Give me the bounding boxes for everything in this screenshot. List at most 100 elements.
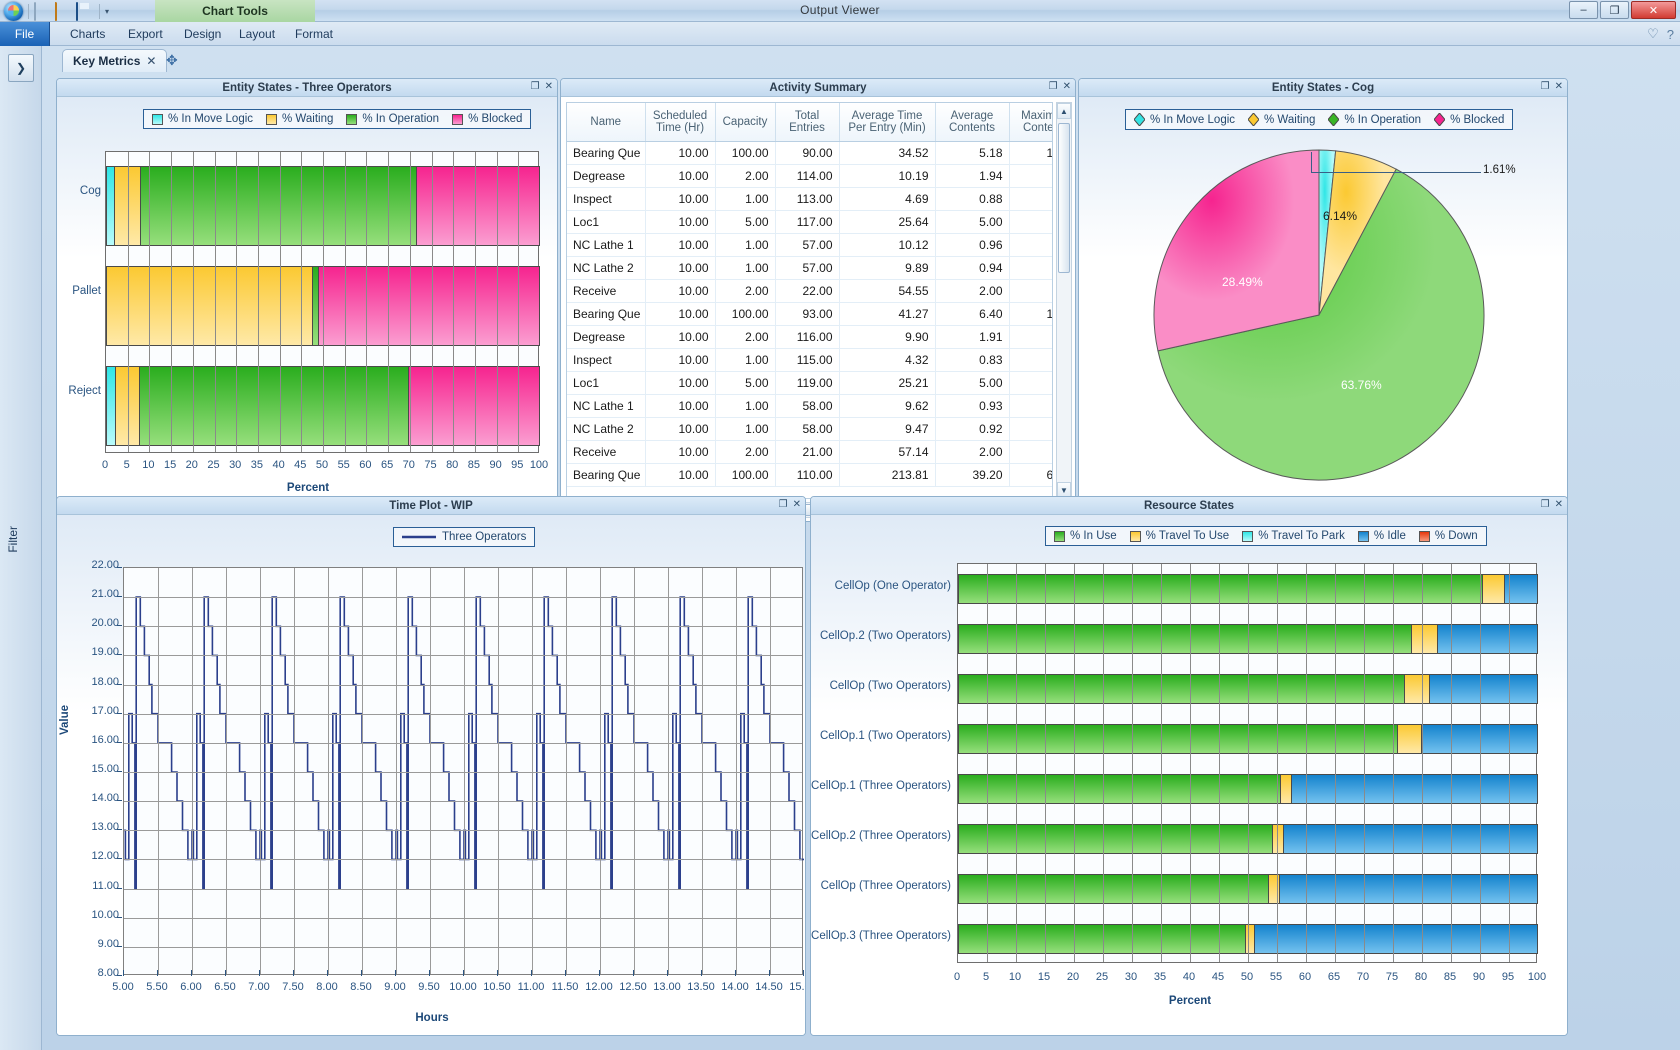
- grid-line-vertical: [770, 568, 771, 974]
- panel-title: Entity States - Three Operators: [222, 81, 392, 94]
- tab-layout[interactable]: Layout: [225, 22, 289, 46]
- legend-item-waiting[interactable]: % Waiting: [1248, 113, 1315, 126]
- restore-icon[interactable]: ❐: [1541, 499, 1550, 510]
- legend-item-in-operation[interactable]: % In Operation: [1328, 113, 1421, 126]
- table-row[interactable]: NC Lathe 210.001.0058.009.470.921.00: [567, 417, 1052, 441]
- x-tick-mark: [667, 970, 668, 976]
- heart-icon[interactable]: ♡: [1647, 26, 1659, 42]
- expand-panel-button[interactable]: ❯: [8, 54, 34, 82]
- cell-value: 5.00: [715, 371, 776, 395]
- legend-item-idle[interactable]: % Idle: [1357, 530, 1406, 542]
- restore-icon[interactable]: ❐: [779, 499, 788, 510]
- close-icon[interactable]: ✕: [793, 499, 801, 510]
- cell-value: 2.00: [1009, 325, 1052, 349]
- close-icon[interactable]: ✕: [1555, 499, 1563, 510]
- tab-key-metrics[interactable]: Key Metrics ✕: [62, 49, 168, 72]
- ribbon-right-icons[interactable]: ♡ ?: [1647, 26, 1674, 42]
- y-tick-mark: [117, 916, 122, 918]
- grid-line-vertical: [260, 568, 261, 974]
- cell-value: 10.00: [645, 210, 716, 234]
- panel-title: Time Plot - WIP: [389, 499, 473, 512]
- legend-item-in-use[interactable]: % In Use: [1054, 530, 1117, 542]
- cell-value: 21.00: [775, 440, 840, 464]
- grid-line: [1277, 564, 1278, 962]
- bar-segment-idle: [1291, 775, 1537, 803]
- table-row[interactable]: Bearing Que10.00100.0093.0041.276.4015.0…: [567, 302, 1052, 326]
- legend-item-down[interactable]: % Down: [1418, 530, 1478, 542]
- cell-value: 100.00: [715, 141, 776, 165]
- table-row[interactable]: NC Lathe 110.001.0058.009.620.931.00: [567, 394, 1052, 418]
- table-row[interactable]: Bearing Que 10.00 100.00 110.00 213.81 39.20 6…: [567, 463, 1052, 487]
- cell-value: 39.20: [935, 463, 1010, 487]
- legend-item-in-operation[interactable]: % In Operation: [346, 113, 439, 125]
- restore-icon[interactable]: ❐: [1541, 81, 1550, 92]
- table-row[interactable]: Bearing Que10.00100.0090.0034.525.1813.0…: [567, 141, 1052, 165]
- table-row[interactable]: Receive10.002.0021.0057.142.002.00: [567, 440, 1052, 464]
- category-label-0: CellOp (One Operator): [834, 580, 951, 592]
- table-row[interactable]: Loc110.005.00119.0025.215.005.00: [567, 371, 1052, 395]
- legend-item-travel-to-use[interactable]: % Travel To Use: [1129, 530, 1229, 542]
- bar-segment-in-use: [959, 625, 1411, 653]
- y-tick-mark: [117, 567, 122, 568]
- bar-segment-in-operation: [139, 367, 409, 445]
- grid-line: [192, 152, 194, 452]
- legend-item-travel-to-park[interactable]: % Travel To Park: [1242, 530, 1345, 542]
- restore-icon[interactable]: ❐: [1049, 81, 1058, 92]
- legend-item-waiting[interactable]: % Waiting: [266, 113, 333, 125]
- y-tick-label: 19.00: [91, 646, 119, 659]
- table-row[interactable]: Degrease10.002.00116.009.901.912.00: [567, 325, 1052, 349]
- table-row[interactable]: Inspect10.001.00113.004.690.881.00: [567, 187, 1052, 211]
- window-controls[interactable]: – ❐ ✕: [1569, 1, 1676, 19]
- maximize-button[interactable]: ❐: [1600, 1, 1629, 19]
- tab-charts[interactable]: Charts: [56, 22, 119, 46]
- tab-export[interactable]: Export: [114, 22, 177, 46]
- table-row[interactable]: Inspect10.001.00115.004.320.831.00: [567, 348, 1052, 372]
- cell-value: 57.00: [775, 256, 840, 280]
- y-tick-mark: [117, 683, 122, 685]
- tab-file[interactable]: File: [0, 22, 50, 46]
- grid-line: [214, 152, 216, 452]
- column-header: Average Time Per Entry (Min): [839, 103, 936, 142]
- table-row[interactable]: Loc110.005.00117.0025.645.005.00: [567, 210, 1052, 234]
- scroll-up-icon[interactable]: ▲: [1057, 103, 1071, 119]
- x-tick-mark: [429, 970, 430, 976]
- legend-item-in-move-logic[interactable]: % In Move Logic: [152, 113, 253, 125]
- panel-buttons[interactable]: ❐ ✕: [779, 499, 801, 510]
- table-row[interactable]: NC Lathe 110.001.0057.0010.120.961.00: [567, 233, 1052, 257]
- x-tick-mark: [361, 970, 362, 976]
- table-row[interactable]: Receive10.002.0022.0054.552.002.00: [567, 279, 1052, 303]
- close-icon[interactable]: ✕: [146, 54, 156, 68]
- add-tab-icon[interactable]: ✥: [166, 52, 178, 69]
- close-button[interactable]: ✕: [1631, 1, 1676, 19]
- panel-buttons[interactable]: ❐ ✕: [1541, 499, 1563, 510]
- x-tick-mark: [769, 970, 770, 976]
- legend-item-in-move-logic[interactable]: % In Move Logic: [1134, 113, 1235, 126]
- cell-value: 2.00: [715, 279, 776, 303]
- restore-icon[interactable]: ❐: [531, 81, 540, 92]
- close-icon[interactable]: ✕: [1063, 81, 1071, 92]
- table-row[interactable]: NC Lathe 210.001.0057.009.890.941.00: [567, 256, 1052, 280]
- panel-buttons[interactable]: ❐ ✕: [531, 81, 553, 92]
- table-row[interactable]: Degrease10.002.00114.0010.191.942.00: [567, 164, 1052, 188]
- grid-line: [127, 152, 129, 452]
- table-vertical-scrollbar[interactable]: ▲ ▼: [1056, 102, 1072, 499]
- panel-buttons[interactable]: ❐ ✕: [1049, 81, 1071, 92]
- cell-value: 5.18: [935, 141, 1010, 165]
- cell-value: 100.00: [715, 463, 776, 487]
- legend-swatch-icon: [452, 113, 464, 125]
- activity-summary-table-wrapper[interactable]: Name Scheduled Time (Hr) Capacity Total Ent…: [566, 102, 1053, 499]
- legend-item-blocked[interactable]: % Blocked: [452, 113, 522, 125]
- close-icon[interactable]: ✕: [545, 81, 553, 92]
- tab-format[interactable]: Format: [281, 22, 347, 46]
- scroll-thumb[interactable]: [1058, 123, 1070, 273]
- help-icon[interactable]: ?: [1667, 27, 1674, 42]
- legend-item-blocked[interactable]: % Blocked: [1434, 113, 1504, 126]
- close-icon[interactable]: ✕: [1555, 81, 1563, 92]
- filter-pane-label[interactable]: Filter: [6, 526, 20, 553]
- minimize-button[interactable]: –: [1569, 1, 1598, 19]
- panel-buttons[interactable]: ❐ ✕: [1541, 81, 1563, 92]
- pie-slice-3[interactable]: [1153, 149, 1320, 352]
- legend-label: Three Operators: [442, 531, 527, 543]
- y-tick-label: 10.00: [91, 908, 119, 921]
- grid-line: [149, 152, 151, 452]
